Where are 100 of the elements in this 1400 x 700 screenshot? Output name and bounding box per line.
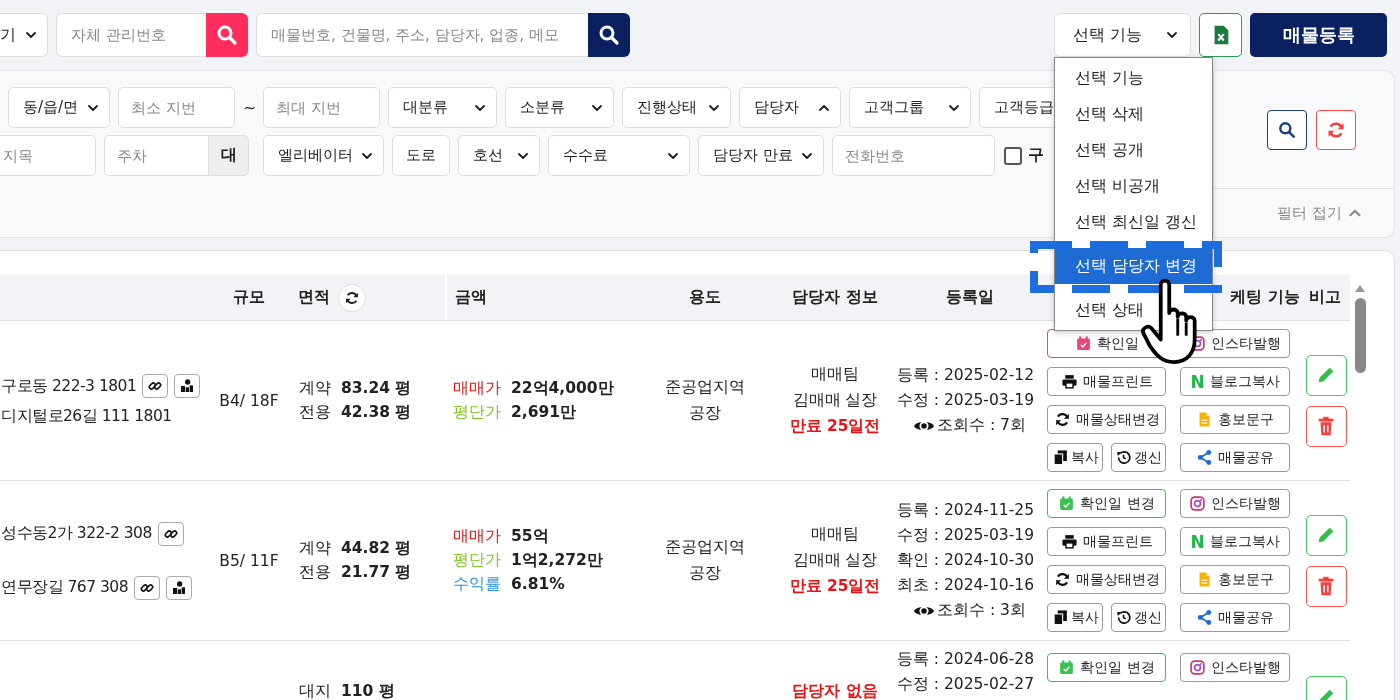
blog-copy-button[interactable]: N 블로그복사 [1180, 527, 1290, 556]
map-button[interactable] [174, 374, 201, 398]
copy-button[interactable]: 복사 [1047, 603, 1103, 632]
refresh-icon [1326, 119, 1346, 140]
column-header: 금액 [455, 287, 487, 308]
price-value: 55억 [511, 526, 549, 547]
address-text: 디지털로26길 111 1801 [1, 406, 172, 427]
price-value: 22억4,000만 [511, 378, 614, 399]
filter-select[interactable]: 진행상태 [622, 87, 731, 128]
status-change-button[interactable]: 매물상태변경 [1047, 405, 1166, 434]
filter-field[interactable]: 주차 [104, 135, 208, 176]
confirm-date-button[interactable]: 확인일 변경 [1047, 653, 1166, 682]
promo-text-button[interactable]: 홍보문구 [1180, 565, 1290, 594]
calendar-icon [1074, 335, 1092, 352]
camera-icon [1189, 659, 1206, 676]
filter-select[interactable]: 동/읍/면 [8, 87, 110, 128]
copy-icon [1051, 609, 1069, 626]
n-logo-icon: N [1190, 531, 1205, 552]
status-change-button[interactable]: 매물상태변경 [1047, 565, 1166, 594]
search-button[interactable] [588, 13, 630, 57]
checkbox-label: 구 [1028, 145, 1044, 166]
dropdown-option[interactable]: 선택 최신일 갱신 [1055, 204, 1212, 240]
refresh-button[interactable] [338, 283, 366, 312]
renew-button[interactable]: 갱신 [1111, 443, 1166, 472]
n-logo-icon: N [1190, 371, 1205, 392]
action-select[interactable]: 선택 기능 [1054, 13, 1191, 57]
promo-text-button[interactable]: 홍보문구 [1180, 405, 1290, 434]
collapse-filter-button[interactable]: 필터 접기 [1277, 203, 1364, 223]
share-button[interactable]: 매물공유 [1180, 443, 1290, 472]
usage-text: 공장 [689, 403, 721, 424]
area-value: 44.82 평 [341, 538, 412, 559]
usage-text: 준공업지역 [665, 377, 745, 398]
usage-text: 공장 [689, 563, 721, 584]
register-button[interactable]: 매물등록 [1250, 13, 1387, 57]
blog-copy-button[interactable]: N 블로그복사 [1180, 367, 1290, 396]
dropdown-option[interactable]: 선택 공개 [1055, 132, 1212, 168]
share-button[interactable]: 매물공유 [1180, 603, 1290, 632]
date-text: 수정 : 2025-02-27 [896, 674, 1034, 695]
area-value: 21.77 평 [341, 562, 412, 583]
dropdown-option[interactable]: 선택 상태 [1055, 292, 1212, 328]
price-label: 평단가 [453, 550, 501, 571]
column-header: 면적 [298, 287, 330, 308]
search-button[interactable] [1267, 109, 1307, 150]
filter-select[interactable]: 고객그룹 [849, 87, 971, 128]
link-button[interactable] [142, 374, 169, 398]
link-button[interactable] [157, 521, 184, 546]
date-text: 확인 : 2024-10-30 [896, 549, 1034, 571]
filter-field[interactable]: 최대 지번 [263, 87, 380, 128]
unit-label: 대 [208, 135, 249, 176]
price-value: 1억2,272만 [511, 550, 603, 571]
filter-select[interactable]: 담당자 [739, 87, 841, 128]
view-select[interactable]: 기 [0, 13, 48, 57]
map-button[interactable] [166, 575, 193, 600]
renew-button[interactable]: 갱신 [1111, 603, 1166, 632]
filter-field[interactable]: 최소 지번 [118, 87, 235, 128]
area-label: 계약 [299, 378, 331, 399]
confirm-date-button[interactable]: 확인일 변경 [1047, 489, 1166, 518]
dropdown-option[interactable]: 선택 담당자 변경 [1055, 248, 1212, 284]
filter-field[interactable]: 지목 [0, 135, 96, 176]
price-value: 2,691만 [511, 402, 577, 423]
column-header: 규모 [233, 287, 265, 308]
date-text: 수정 : 2025-03-19 [896, 524, 1034, 546]
manager-text: 매매팀 [811, 524, 859, 545]
view-count: 조회수 : 3회 [937, 600, 1026, 621]
delete-button[interactable] [1305, 405, 1347, 447]
filter-button[interactable]: 도로 [392, 135, 450, 176]
delete-button[interactable] [1305, 565, 1347, 607]
filter-select[interactable]: 엘리베이터 [263, 135, 384, 176]
date-text: 수정 : 2025-03-19 [896, 389, 1034, 411]
search-icon [1277, 119, 1297, 140]
reset-button[interactable] [1316, 109, 1356, 150]
filter-select[interactable]: 대분류 [388, 87, 497, 128]
column-header: 케팅 기능 [1230, 287, 1300, 308]
filter-select[interactable]: 호선 [458, 135, 540, 176]
filter-select[interactable]: 담당자 만료 [698, 135, 824, 176]
print-button[interactable]: 매물프린트 [1047, 527, 1166, 556]
filter-field[interactable]: 전화번호 [832, 135, 995, 176]
post-button[interactable]: 인스타발행 [1180, 489, 1290, 518]
dropdown-option[interactable]: 선택 비공개 [1055, 168, 1212, 204]
column-header: 담당자 정보 [792, 287, 878, 308]
refresh-icon [344, 289, 360, 306]
excel-button[interactable] [1199, 13, 1242, 57]
area-label: 계약 [299, 538, 331, 559]
share-icon [1196, 609, 1213, 626]
column-header: 등록일 [946, 287, 994, 308]
column-header: 용도 [689, 287, 721, 308]
manager-text: 김매매 실장 [792, 550, 878, 571]
copy-button[interactable]: 복사 [1047, 443, 1103, 472]
filter-select[interactable]: 소분류 [505, 87, 614, 128]
price-label: 매매가 [453, 378, 501, 399]
history-icon [1115, 449, 1132, 466]
checkbox[interactable] [1004, 146, 1022, 165]
date-text: 등록 : 2024-06-28 [896, 649, 1034, 670]
id-search-field[interactable]: 자체 관리번호 [56, 13, 206, 57]
print-button[interactable]: 매물프린트 [1047, 367, 1166, 396]
keyword-search-field[interactable]: 매물번호, 건물명, 주소, 담당자, 업종, 메모 [256, 13, 588, 57]
post-button[interactable]: 인스타발행 [1180, 653, 1290, 682]
address-text: 구로동 222-3 1801 [1, 375, 137, 397]
link-button[interactable] [134, 575, 161, 600]
filter-select[interactable]: 수수료 [548, 135, 690, 176]
